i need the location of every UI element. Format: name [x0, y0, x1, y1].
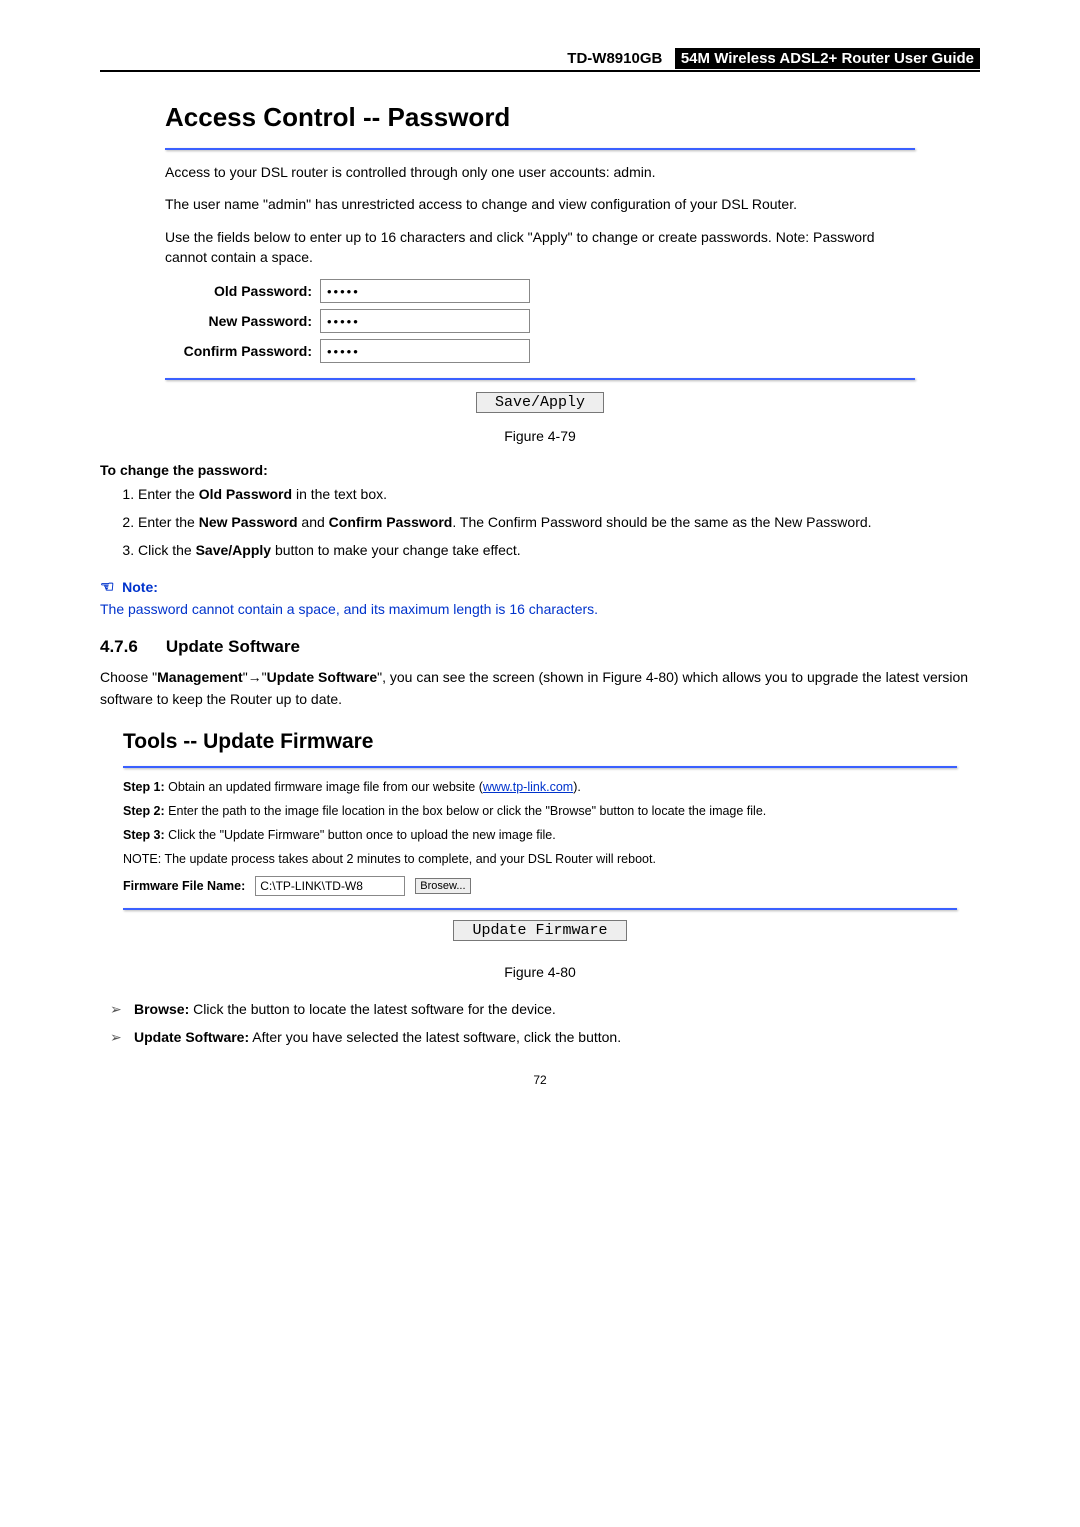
- confirm-password-input[interactable]: [320, 339, 530, 363]
- text: and: [298, 514, 329, 530]
- panel-divider: [123, 766, 957, 768]
- text-bold: Old Password: [199, 486, 292, 502]
- list-item: Click the Save/Apply button to make your…: [138, 540, 980, 562]
- text: Enter the path to the image file locatio…: [165, 804, 767, 818]
- arrow-icon: "→": [243, 669, 267, 685]
- doc-title: 54M Wireless ADSL2+ Router User Guide: [675, 48, 980, 69]
- section-number: 4.7.6: [100, 637, 138, 656]
- step-2: Step 2: Enter the path to the image file…: [123, 804, 957, 818]
- text: Obtain an updated firmware image file fr…: [165, 780, 483, 794]
- pointing-hand-icon: ☞: [100, 577, 114, 597]
- old-password-row: Old Password:: [165, 279, 915, 303]
- save-apply-button[interactable]: Save/Apply: [476, 392, 604, 413]
- panel-divider: [123, 908, 957, 910]
- page-number: 72: [100, 1073, 980, 1087]
- text: button to make your change take effect.: [271, 542, 521, 558]
- model-code: TD-W8910GB: [567, 50, 662, 67]
- panel-heading: Tools -- Update Firmware: [123, 730, 957, 754]
- list-item: Enter the New Password and Confirm Passw…: [138, 512, 980, 534]
- text: Click the "Update Firmware" button once …: [165, 828, 556, 842]
- firmware-file-row: Firmware File Name: Brosew...: [123, 876, 957, 896]
- panel-heading: Access Control -- Password: [140, 102, 940, 133]
- panel-divider: [165, 378, 915, 380]
- text: Enter the: [138, 514, 199, 530]
- confirm-password-label: Confirm Password:: [165, 343, 320, 359]
- doc-header: TD-W8910GB 54M Wireless ADSL2+ Router Us…: [100, 50, 980, 72]
- note-line: NOTE: The update process takes about 2 m…: [123, 852, 957, 866]
- section-heading: 4.7.6 Update Software: [100, 637, 980, 657]
- text: Enter the: [138, 486, 199, 502]
- old-password-input[interactable]: [320, 279, 530, 303]
- step-3: Step 3: Click the "Update Firmware" butt…: [123, 828, 957, 842]
- text-bold: Step 2:: [123, 804, 165, 818]
- text-bold: Confirm Password: [329, 514, 453, 530]
- new-password-row: New Password:: [165, 309, 915, 333]
- section-title: Update Software: [166, 637, 300, 656]
- figure-ref: Figure 4-80: [602, 669, 674, 685]
- text-bold: Step 1:: [123, 780, 165, 794]
- figure-caption: Figure 4-79: [100, 428, 980, 444]
- change-password-heading: To change the password:: [100, 462, 980, 478]
- text-bold: Update Software: [267, 669, 377, 685]
- text: ", you can see the screen (shown in: [377, 669, 602, 685]
- update-firmware-button[interactable]: Update Firmware: [453, 920, 626, 941]
- text-bold: Save/Apply: [196, 542, 271, 558]
- old-password-label: Old Password:: [165, 283, 320, 299]
- tp-link-link[interactable]: www.tp-link.com: [483, 780, 573, 794]
- access-control-panel: Access Control -- Password Access to you…: [140, 102, 940, 413]
- new-password-input[interactable]: [320, 309, 530, 333]
- panel-text: Use the fields below to enter up to 16 c…: [165, 227, 915, 268]
- change-password-steps: Enter the Old Password in the text box. …: [100, 484, 980, 561]
- text: ).: [573, 780, 581, 794]
- panel-divider: [165, 148, 915, 150]
- panel-text: Access to your DSL router is controlled …: [165, 162, 915, 182]
- panel-text: The user name "admin" has unrestricted a…: [165, 194, 915, 214]
- browse-button[interactable]: Brosew...: [415, 878, 470, 894]
- text: After you have selected the latest softw…: [249, 1029, 621, 1045]
- update-firmware-panel: Tools -- Update Firmware Step 1: Obtain …: [100, 723, 980, 952]
- note-body: The password cannot contain a space, and…: [100, 601, 980, 617]
- note-label: Note:: [122, 579, 158, 595]
- note-heading: ☞ Note:: [100, 577, 980, 597]
- text-bold: Update Software:: [134, 1029, 249, 1045]
- figure-caption: Figure 4-80: [100, 964, 980, 980]
- text: Click the button to locate the latest so…: [189, 1001, 556, 1017]
- text-bold: Management: [157, 669, 243, 685]
- text: Choose ": [100, 669, 157, 685]
- list-item: Update Software: After you have selected…: [110, 1026, 980, 1048]
- text: . The Confirm Password should be the sam…: [452, 514, 871, 530]
- firmware-file-input[interactable]: [255, 876, 405, 896]
- text-bold: Step 3:: [123, 828, 165, 842]
- confirm-password-row: Confirm Password:: [165, 339, 915, 363]
- text-bold: Browse:: [134, 1001, 189, 1017]
- text-bold: New Password: [199, 514, 298, 530]
- list-item: Browse: Click the button to locate the l…: [110, 998, 980, 1020]
- step-1: Step 1: Obtain an updated firmware image…: [123, 780, 957, 794]
- list-item: Enter the Old Password in the text box.: [138, 484, 980, 506]
- new-password-label: New Password:: [165, 313, 320, 329]
- bullet-list: Browse: Click the button to locate the l…: [100, 998, 980, 1049]
- text: Click the: [138, 542, 196, 558]
- text: in the text box.: [292, 486, 387, 502]
- section-intro: Choose "Management"→"Update Software", y…: [100, 667, 980, 710]
- firmware-file-label: Firmware File Name:: [123, 879, 245, 893]
